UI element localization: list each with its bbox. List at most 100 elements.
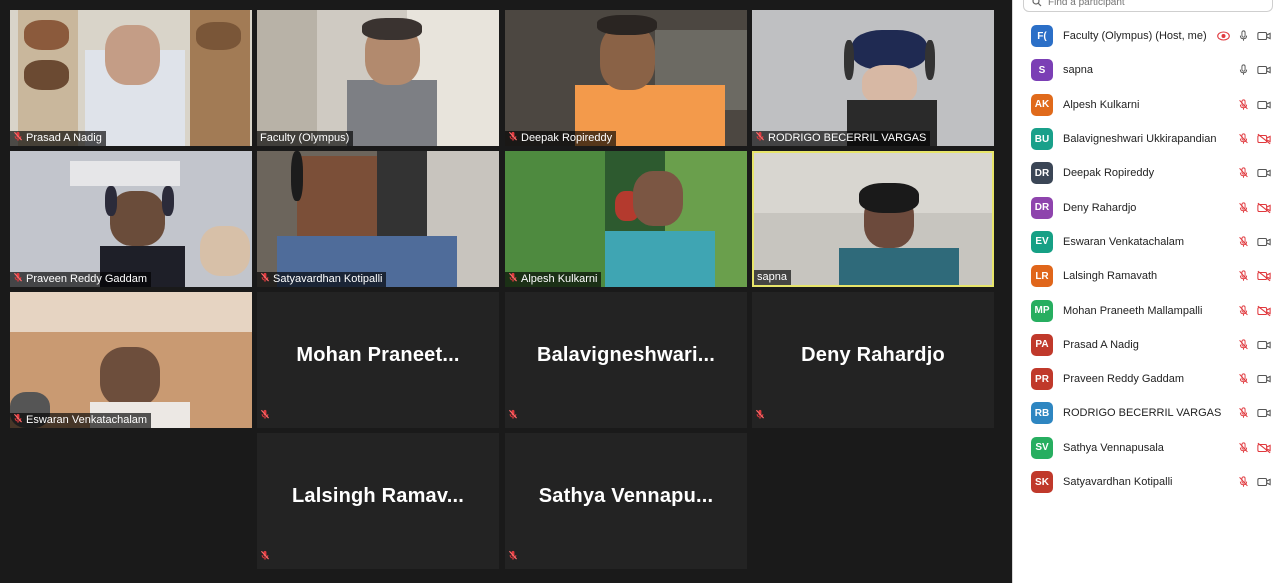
mic-icon[interactable]: [1238, 64, 1249, 76]
video-off-icon[interactable]: [1257, 133, 1271, 145]
participant-row[interactable]: DR Deny Rahardjo: [1013, 190, 1280, 224]
video-camera-icon[interactable]: [1257, 373, 1271, 385]
video-camera-icon[interactable]: [1257, 407, 1271, 419]
participant-name-text: Eswaran Venkatachalam: [26, 414, 148, 426]
participant-display-name: Deny Rahardjo: [801, 344, 945, 366]
video-tile-deepak[interactable]: Deepak Ropireddy: [505, 10, 747, 146]
video-off-icon[interactable]: [1257, 442, 1271, 454]
participant-row[interactable]: MP Mohan Praneeth Mallampalli: [1013, 293, 1280, 327]
participant-display-name: Mohan Praneet...: [296, 344, 460, 366]
muted-mic-icon[interactable]: [1238, 167, 1249, 179]
video-camera-icon[interactable]: [1257, 99, 1271, 111]
video-off-icon[interactable]: [1257, 270, 1271, 282]
participant-row[interactable]: EV Eswaran Venkatachalam: [1013, 225, 1280, 259]
video-tile-praveen[interactable]: Praveen Reddy Gaddam: [10, 151, 252, 287]
video-feed-shape: [505, 151, 605, 287]
video-off-icon[interactable]: [1257, 202, 1271, 214]
muted-mic-icon[interactable]: [1238, 99, 1249, 111]
video-tile-deny[interactable]: Deny Rahardjo: [752, 292, 994, 428]
video-tile-lalsingh[interactable]: Lalsingh Ramav...: [257, 433, 499, 569]
video-tile-eswaran[interactable]: Eswaran Venkatachalam: [10, 292, 252, 428]
video-camera-icon[interactable]: [1257, 30, 1271, 42]
video-feed-shape: [844, 40, 854, 80]
participant-row[interactable]: SK Satyavardhan Kotipalli: [1013, 465, 1280, 499]
muted-mic-icon[interactable]: [1238, 270, 1249, 282]
participant-name: Eswaran Venkatachalam: [1063, 235, 1185, 248]
video-camera-icon[interactable]: [1257, 167, 1271, 179]
muted-mic-icon: [260, 272, 270, 288]
participant-name: Mohan Praneeth Mallampalli: [1063, 304, 1203, 317]
participant-row[interactable]: BU Balavigneshwari Ukkirapandian: [1013, 122, 1280, 156]
video-tile-sathya[interactable]: Sathya Vennapu...: [505, 433, 747, 569]
video-feed-shape: [162, 186, 174, 216]
video-tile-faculty[interactable]: Faculty (Olympus): [257, 10, 499, 146]
muted-mic-icon[interactable]: [1238, 442, 1249, 454]
participant-row[interactable]: PR Praveen Reddy Gaddam: [1013, 362, 1280, 396]
muted-mic-icon[interactable]: [1238, 133, 1249, 145]
muted-mic-icon[interactable]: [1238, 304, 1249, 317]
participant-row[interactable]: LR Lalsingh Ramavath: [1013, 259, 1280, 293]
muted-mic-icon[interactable]: [1238, 476, 1249, 488]
video-feed-shape: [862, 65, 917, 105]
video-camera-icon[interactable]: [1257, 236, 1271, 248]
participant-row[interactable]: DR Deepak Ropireddy: [1013, 156, 1280, 190]
video-tile-bala[interactable]: Balavigneshwari...: [505, 292, 747, 428]
participant-name-text: Satyavardhan Kotipalli: [273, 273, 383, 285]
participant-display-name: Sathya Vennapu...: [538, 485, 714, 507]
participant-status-icons: [1238, 99, 1271, 111]
muted-mic-icon[interactable]: [1238, 236, 1249, 248]
video-feed-shape: [10, 292, 252, 332]
participant-status-icons: [1238, 236, 1271, 248]
muted-mic-icon[interactable]: [1238, 202, 1249, 214]
video-camera-icon[interactable]: [1257, 64, 1271, 76]
muted-mic-icon: [13, 272, 23, 288]
muted-mic-icon[interactable]: [1238, 339, 1249, 351]
participant-row[interactable]: SV Sathya Vennapusala: [1013, 431, 1280, 465]
video-feed-shape: [925, 40, 935, 80]
mic-icon[interactable]: [1238, 30, 1249, 42]
avatar: PA: [1031, 333, 1053, 356]
participant-status-icons: [1238, 202, 1271, 214]
video-feed-shape: [200, 226, 250, 276]
muted-mic-icon: [755, 407, 765, 425]
video-feed-shape: [839, 248, 959, 285]
video-feed-shape: [297, 156, 377, 241]
participant-row[interactable]: Ssapna: [1013, 53, 1280, 87]
search-icon: [1032, 0, 1042, 7]
video-tile-rodrigo[interactable]: RODRIGO BECERRIL VARGAS: [752, 10, 994, 146]
participant-search-input[interactable]: [1046, 0, 1250, 9]
participant-status-icons: [1238, 167, 1271, 179]
video-tile-sapna[interactable]: sapna: [752, 151, 994, 287]
avatar: MP: [1031, 299, 1053, 322]
video-tile-prasad[interactable]: Prasad A Nadig: [10, 10, 252, 146]
participant-name-label: Deepak Ropireddy: [505, 131, 617, 146]
video-tile-alpesh[interactable]: Alpesh Kulkarni: [505, 151, 747, 287]
participant-name-text: Deepak Ropireddy: [521, 132, 613, 144]
participant-name-text: Praveen Reddy Gaddam: [26, 273, 148, 285]
avatar: DR: [1031, 162, 1053, 185]
participant-row[interactable]: AK Alpesh Kulkarni: [1013, 88, 1280, 122]
participant-name: Faculty (Olympus) (Host, me): [1063, 30, 1207, 43]
participant-row[interactable]: F(Faculty (Olympus) (Host, me): [1013, 19, 1280, 53]
participant-name-text: sapna: [757, 271, 787, 283]
participant-row[interactable]: PA Prasad A Nadig: [1013, 328, 1280, 362]
participants-panel: F(Faculty (Olympus) (Host, me) Ssapna AK Al…: [1012, 0, 1280, 583]
participant-name-label: Praveen Reddy Gaddam: [10, 272, 152, 288]
avatar: PR: [1031, 368, 1053, 391]
muted-mic-icon[interactable]: [1238, 373, 1249, 385]
video-off-icon[interactable]: [1257, 305, 1271, 317]
video-camera-icon[interactable]: [1257, 476, 1271, 488]
video-tile-satya[interactable]: Satyavardhan Kotipalli: [257, 151, 499, 287]
participant-name: Satyavardhan Kotipalli: [1063, 476, 1173, 488]
participant-name-text: Alpesh Kulkarni: [521, 273, 598, 285]
participant-name-text: RODRIGO BECERRIL VARGAS: [768, 132, 927, 144]
participant-name: Balavigneshwari Ukkirapandian: [1063, 133, 1217, 146]
muted-mic-icon[interactable]: [1238, 407, 1249, 419]
participant-search-box[interactable]: [1023, 0, 1273, 12]
participant-display-name: Lalsingh Ramav...: [292, 485, 464, 507]
video-camera-icon[interactable]: [1257, 339, 1271, 351]
video-tile-mohan[interactable]: Mohan Praneet...: [257, 292, 499, 428]
participant-row[interactable]: RB RODRIGO BECERRIL VARGAS: [1013, 396, 1280, 430]
avatar: SK: [1031, 471, 1053, 493]
muted-mic-icon: [508, 548, 518, 566]
